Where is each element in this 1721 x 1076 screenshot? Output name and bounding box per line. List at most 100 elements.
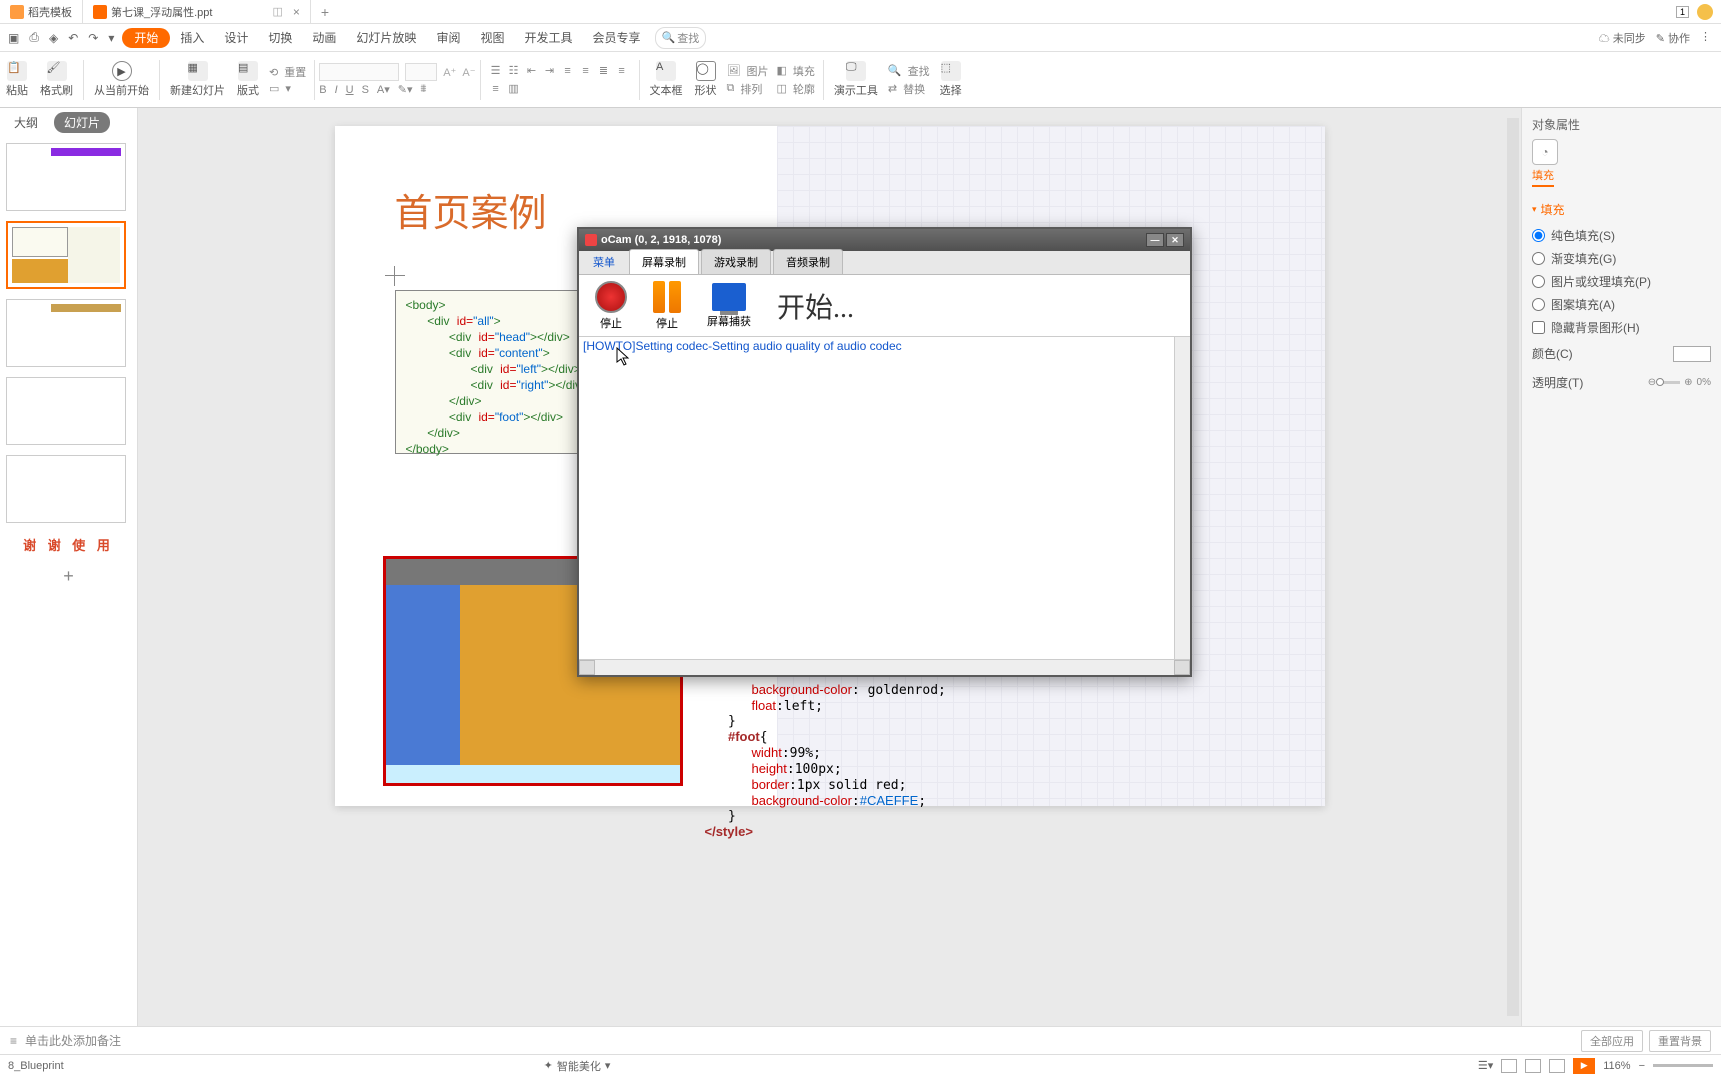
decrease-font-icon[interactable]: A⁻	[462, 66, 475, 79]
bold-button[interactable]: B	[319, 84, 326, 96]
solid-fill-radio[interactable]: 纯色填充(S)	[1532, 224, 1711, 247]
clear-format-button[interactable]: ⩩	[421, 83, 427, 96]
normal-view-button[interactable]	[1501, 1059, 1517, 1073]
opacity-slider[interactable]: ⊖⊕ 0%	[1648, 377, 1711, 388]
menu-slideshow[interactable]: 幻灯片放映	[346, 24, 426, 51]
font-family-select[interactable]	[319, 63, 399, 81]
slide-thumb-5[interactable]	[6, 455, 126, 523]
align-right-button[interactable]: ≡	[615, 64, 629, 78]
sync-status[interactable]: ☁ 未同步	[1599, 30, 1646, 46]
save-icon[interactable]: ▣	[8, 31, 19, 45]
beautify-button[interactable]: ✦ 智能美化 ▾	[544, 1058, 611, 1074]
find-button[interactable]: 🔍查找	[888, 63, 930, 79]
menu-view[interactable]: 视图	[470, 24, 514, 51]
thumbnail-list[interactable]	[0, 137, 137, 529]
ocam-tab-game[interactable]: 游戏录制	[701, 249, 771, 274]
zoom-out-button[interactable]: −	[1639, 1060, 1645, 1072]
justify-button[interactable]: ≡	[489, 82, 503, 96]
ocam-pause-button[interactable]: 停止	[653, 281, 681, 331]
columns-button[interactable]: ▥	[507, 82, 521, 96]
slide-thumb-3[interactable]	[6, 299, 126, 367]
ocam-hscrollbar[interactable]	[579, 659, 1190, 675]
tab-close-icon[interactable]: ×	[293, 5, 300, 19]
reset-button[interactable]: ⟲重置	[269, 64, 306, 80]
font-color-button[interactable]: A▾	[377, 83, 390, 96]
print-icon[interactable]: ⎙	[29, 30, 39, 45]
tab-template[interactable]: 稻壳模板	[0, 0, 82, 23]
slide-thumb-2[interactable]	[6, 221, 126, 289]
arrange-button[interactable]: ⧉排列	[727, 81, 769, 97]
menu-design[interactable]: 设计	[214, 24, 258, 51]
indent-dec-button[interactable]: ⇤	[525, 64, 539, 78]
zoom-value[interactable]: 116%	[1603, 1060, 1630, 1072]
increase-font-icon[interactable]: A⁺	[443, 66, 456, 79]
paste-button[interactable]: 📋粘贴	[0, 59, 34, 100]
menu-start[interactable]: 开始	[122, 28, 170, 48]
format-painter-button[interactable]: 🖌格式刷	[34, 59, 79, 100]
scroll-right-button[interactable]	[1174, 660, 1190, 675]
bullets-button[interactable]: ☰	[489, 64, 503, 78]
image-button[interactable]: 🖼图片	[727, 63, 769, 79]
slide-thumb-1[interactable]	[6, 143, 126, 211]
sorter-view-button[interactable]	[1525, 1059, 1541, 1073]
add-slide-button[interactable]: +	[0, 560, 137, 593]
zoom-slider[interactable]	[1653, 1064, 1713, 1067]
reset-bg-button[interactable]: 重置背景	[1649, 1030, 1711, 1052]
ocam-log-line[interactable]: [HOWTO]Setting codec-Setting audio quali…	[583, 339, 902, 353]
menu-transition[interactable]: 切换	[258, 24, 302, 51]
ocam-minimize-button[interactable]: —	[1146, 233, 1164, 247]
new-slide-button[interactable]: ▦新建幻灯片	[164, 59, 231, 100]
fill-tool-icon[interactable]: ◔	[1532, 139, 1558, 165]
menu-review[interactable]: 审阅	[426, 24, 470, 51]
demo-tools-button[interactable]: 🖵演示工具	[828, 59, 884, 100]
ocam-titlebar[interactable]: oCam (0, 2, 1918, 1078) — ✕	[579, 229, 1190, 251]
ocam-vscrollbar[interactable]	[1174, 337, 1190, 659]
view-menu-icon[interactable]: ☰▾	[1478, 1059, 1493, 1072]
slide-thumb-4[interactable]	[6, 377, 126, 445]
apply-all-button[interactable]: 全部应用	[1581, 1030, 1643, 1052]
search-box[interactable]: 🔍 查找	[655, 27, 707, 49]
pattern-fill-radio[interactable]: 图案填充(A)	[1532, 293, 1711, 316]
collab-button[interactable]: ✎ 协作	[1656, 30, 1690, 46]
strike-button[interactable]: S	[362, 84, 369, 96]
menu-devtools[interactable]: 开发工具	[514, 24, 582, 51]
outline-button[interactable]: ◫轮廓	[777, 81, 815, 97]
indent-inc-button[interactable]: ⇥	[543, 64, 557, 78]
ocam-stop-button[interactable]: 停止	[595, 281, 627, 331]
more-icon[interactable]: ▾	[108, 31, 114, 45]
menu-vip[interactable]: 会员专享	[582, 24, 650, 51]
ocam-window[interactable]: oCam (0, 2, 1918, 1078) — ✕ 菜单 屏幕录制 游戏录制…	[577, 227, 1192, 677]
textbox-button[interactable]: A文本框	[644, 59, 689, 100]
ocam-tab-audio[interactable]: 音频录制	[773, 249, 843, 274]
canvas-scrollbar[interactable]	[1507, 118, 1519, 1016]
ocam-log-area[interactable]: [HOWTO]Setting codec-Setting audio quali…	[579, 337, 1190, 659]
numbering-button[interactable]: ☷	[507, 64, 521, 78]
undo-icon[interactable]: ↶	[68, 31, 78, 45]
font-size-select[interactable]	[405, 63, 437, 81]
ocam-capture-button[interactable]: 屏幕捕获	[707, 283, 751, 329]
menu-insert[interactable]: 插入	[170, 24, 214, 51]
reading-view-button[interactable]	[1549, 1059, 1565, 1073]
menu-more-icon[interactable]: ⋮	[1700, 30, 1711, 46]
italic-button[interactable]: I	[335, 84, 338, 96]
slides-tab[interactable]: 幻灯片	[54, 112, 110, 133]
select-button[interactable]: ⬚选择	[934, 59, 968, 100]
color-picker[interactable]	[1673, 346, 1711, 362]
scroll-left-button[interactable]	[579, 660, 595, 675]
replace-button[interactable]: ⇄替换	[888, 81, 930, 97]
highlight-button[interactable]: ✎▾	[398, 83, 413, 96]
tab-document[interactable]: 第七课_浮动属性.ppt ◫ ×	[82, 0, 311, 23]
shape-button[interactable]: ◯形状	[689, 59, 723, 100]
slide-title[interactable]: 首页案例	[395, 182, 547, 237]
user-icon[interactable]	[1697, 4, 1713, 20]
hide-bg-checkbox[interactable]: 隐藏背景图形(H)	[1532, 316, 1711, 339]
outline-tab[interactable]: 大纲	[4, 112, 48, 133]
line-spacing-button[interactable]: ≡	[561, 64, 575, 78]
align-center-button[interactable]: ≣	[597, 64, 611, 78]
underline-button[interactable]: U	[346, 84, 354, 96]
picture-fill-radio[interactable]: 图片或纹理填充(P)	[1532, 270, 1711, 293]
section-button[interactable]: ▭▾	[269, 82, 306, 95]
menu-animation[interactable]: 动画	[302, 24, 346, 51]
new-tab-button[interactable]: +	[311, 4, 339, 20]
ocam-tab-screen[interactable]: 屏幕录制	[629, 249, 699, 274]
